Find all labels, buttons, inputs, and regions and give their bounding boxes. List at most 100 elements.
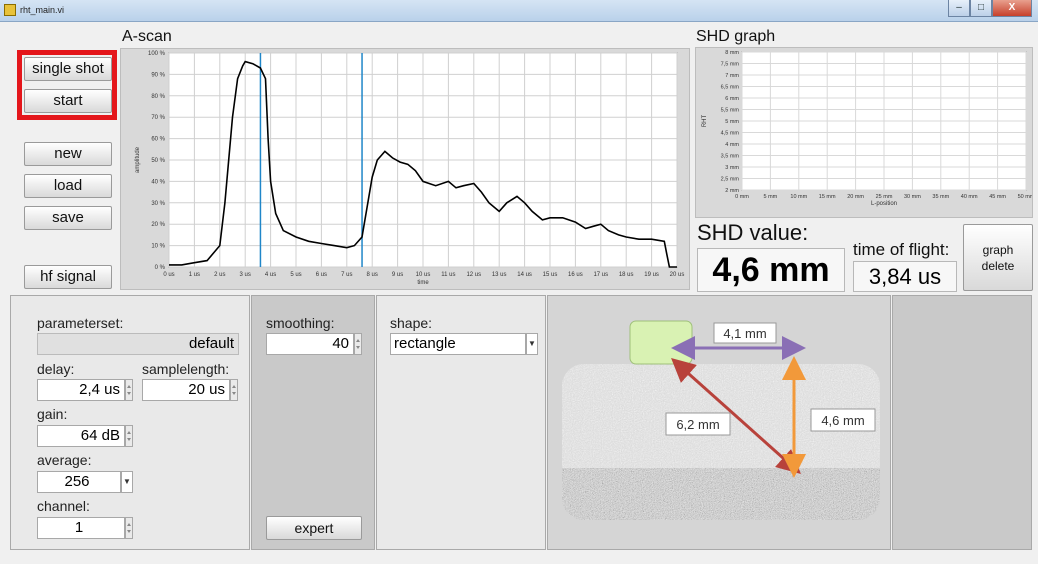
- vertical-distance-label: 4,6 mm: [821, 413, 864, 428]
- ascan-y-tick-label: 0 %: [155, 265, 166, 271]
- samplelength-label: samplelength:: [142, 361, 230, 377]
- shape-label: shape:: [390, 315, 433, 331]
- hf-signal-button[interactable]: hf signal: [24, 265, 112, 289]
- single-shot-button[interactable]: single shot: [24, 57, 112, 81]
- smoothing-field[interactable]: 40: [266, 333, 354, 355]
- parameterset-label: parameterset:: [37, 315, 124, 331]
- ascan-x-tick-label: 3 us: [240, 272, 251, 278]
- ascan-y-tick-label: 50 %: [151, 158, 165, 164]
- delay-stepper[interactable]: [125, 379, 133, 401]
- load-button[interactable]: load: [24, 174, 112, 198]
- shd-y-axis-label: RHT: [702, 115, 708, 128]
- expert-button[interactable]: expert: [266, 516, 362, 540]
- graph-delete-line2: delete: [981, 259, 1015, 273]
- ascan-x-tick-label: 14 us: [517, 272, 532, 278]
- shd-y-tick-label: 5 mm: [725, 119, 739, 125]
- geometry-panel: 4,1 mm 6,2 mm 4,6 mm: [547, 295, 891, 550]
- ascan-chart[interactable]: 0 % 10 % 20 % 30 % 40 % 50 % 60 % 70 % 80 % 90 % 1…: [121, 49, 689, 289]
- app-icon: [4, 4, 16, 16]
- ascan-x-tick-label: 17 us: [593, 272, 608, 278]
- samplelength-stepper[interactable]: [230, 379, 238, 401]
- average-dropdown-icon[interactable]: ▼: [121, 471, 133, 493]
- ascan-title: A-scan: [122, 28, 172, 45]
- ascan-y-tick-label: 90 %: [151, 72, 165, 78]
- parameterset-field[interactable]: default: [37, 333, 239, 355]
- shape-select[interactable]: rectangle: [390, 333, 526, 355]
- ascan-y-tick-label: 40 %: [151, 179, 165, 185]
- shd-y-tick-label: 6 mm: [725, 96, 739, 102]
- shd-x-tick-label: 45 mm: [989, 194, 1006, 200]
- ascan-y-tick-label: 10 %: [151, 244, 165, 250]
- gain-stepper[interactable]: [125, 425, 133, 447]
- shd-x-tick-label: 10 mm: [790, 194, 807, 200]
- horizontal-distance-label: 4,1 mm: [723, 326, 766, 341]
- samplelength-field[interactable]: 20 us: [142, 379, 230, 401]
- channel-stepper[interactable]: [125, 517, 133, 539]
- close-button[interactable]: X: [992, 0, 1032, 17]
- maximize-button[interactable]: □: [970, 0, 992, 17]
- ascan-x-tick-label: 0 us: [163, 272, 174, 278]
- shd-y-tick-label: 8 mm: [725, 50, 739, 56]
- start-button[interactable]: start: [24, 89, 112, 113]
- ascan-chart-frame: 0 % 10 % 20 % 30 % 40 % 50 % 60 % 70 % 80 % 90 % 1…: [120, 48, 690, 290]
- smoothing-stepper[interactable]: [354, 333, 362, 355]
- shd-x-tick-label: 15 mm: [819, 194, 836, 200]
- title-bar: rht_main.vi – □ X: [0, 0, 1038, 22]
- save-button[interactable]: save: [24, 206, 112, 230]
- shd-graph-title: SHD graph: [696, 28, 776, 45]
- shd-x-tick-label: 5 mm: [764, 194, 778, 200]
- channel-field[interactable]: 1: [37, 517, 125, 539]
- ascan-x-tick-label: 9 us: [392, 272, 403, 278]
- ascan-x-tick-label: 12 us: [466, 272, 481, 278]
- ascan-x-tick-label: 18 us: [619, 272, 634, 278]
- ascan-x-tick-label: 19 us: [644, 272, 659, 278]
- shd-graph-chart[interactable]: 2 mm2,5 mm3 mm3,5 mm4 mm4,5 mm5 mm5,5 mm…: [696, 48, 1035, 217]
- shd-value-display: 4,6 mm: [697, 248, 845, 292]
- average-select[interactable]: 256: [37, 471, 121, 493]
- shd-y-tick-label: 4,5 mm: [721, 131, 740, 137]
- ascan-x-tick-label: 20 us: [670, 272, 685, 278]
- ascan-x-tick-label: 8 us: [367, 272, 378, 278]
- shd-x-tick-label: 50 mm: [1018, 194, 1032, 200]
- gain-field[interactable]: 64 dB: [37, 425, 125, 447]
- minimize-button[interactable]: –: [948, 0, 970, 17]
- parameter-panel: parameterset: default delay: 2,4 us samp…: [10, 295, 250, 550]
- ascan-x-tick-label: 4 us: [265, 272, 276, 278]
- ascan-y-tick-label: 70 %: [151, 115, 165, 121]
- ascan-x-tick-label: 6 us: [316, 272, 327, 278]
- shape-panel: shape: rectangle ▼: [376, 295, 546, 550]
- tof-value-display: 3,84 us: [853, 261, 957, 292]
- geometry-diagram: 4,1 mm 6,2 mm 4,6 mm: [562, 320, 880, 520]
- shd-y-tick-label: 4 mm: [725, 142, 739, 148]
- shd-x-tick-label: 20 mm: [847, 194, 864, 200]
- shd-x-tick-label: 25 mm: [876, 194, 893, 200]
- ascan-x-tick-label: 5 us: [290, 272, 301, 278]
- average-label: average:: [37, 452, 92, 468]
- ascan-y-tick-label: 30 %: [151, 201, 165, 207]
- delay-field[interactable]: 2,4 us: [37, 379, 125, 401]
- shd-x-tick-label: 0 mm: [735, 194, 749, 200]
- window-title: rht_main.vi: [20, 5, 65, 15]
- ascan-y-tick-label: 100 %: [148, 51, 166, 57]
- shd-y-tick-label: 3 mm: [725, 165, 739, 171]
- shd-x-axis-label: L-position: [871, 201, 897, 207]
- shd-y-tick-label: 6,5 mm: [721, 85, 740, 91]
- ascan-y-tick-label: 20 %: [151, 222, 165, 228]
- shd-x-tick-label: 35 mm: [932, 194, 949, 200]
- tof-label: time of flight:: [853, 240, 950, 259]
- ascan-x-tick-label: 11 us: [441, 272, 455, 278]
- ascan-x-tick-label: 10 us: [416, 272, 431, 278]
- shape-dropdown-icon[interactable]: ▼: [526, 333, 538, 355]
- ascan-x-axis-label: time: [417, 280, 429, 286]
- blank-panel: [892, 295, 1032, 550]
- ascan-x-tick-label: 7 us: [341, 272, 352, 278]
- sensor-block: [629, 320, 693, 365]
- material-block: [562, 364, 880, 520]
- shd-x-tick-label: 30 mm: [904, 194, 921, 200]
- graph-delete-button[interactable]: graph delete: [963, 224, 1033, 291]
- shd-y-tick-label: 7,5 mm: [721, 62, 740, 68]
- shd-y-tick-label: 3,5 mm: [721, 154, 740, 160]
- shd-x-tick-label: 40 mm: [961, 194, 978, 200]
- new-button[interactable]: new: [24, 142, 112, 166]
- diagonal-distance-label: 6,2 mm: [676, 417, 719, 432]
